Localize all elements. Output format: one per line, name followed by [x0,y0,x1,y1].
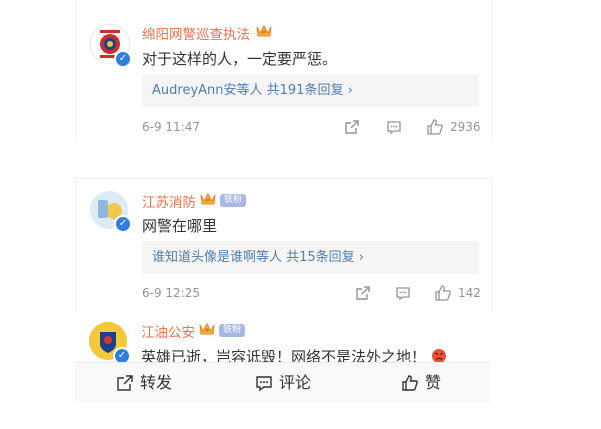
fan-badge: 铁粉 [220,194,247,207]
vip-crown-icon [199,322,215,335]
comment-label: 评论 [279,373,312,392]
commenter-name[interactable]: 绵阳网警巡查执法 [142,23,250,43]
like-icon [435,285,451,301]
commenter-name[interactable]: 江油公安 [141,321,195,341]
comment-card: ✓ 江油公安 铁粉 英雄已逝，岂容诋毁！网络不是法外之地！ [75,312,490,366]
bottom-action-bar: 转发 评论 赞 [75,362,490,403]
timestamp: 6-9 11:47 [142,120,200,134]
verified-icon: ✓ [114,50,132,68]
like-label: 赞 [425,373,442,392]
share-button[interactable] [355,285,371,301]
comment-card: ✓ 江苏消防 铁粉 网警在哪里 谁知道头像是谁啊等人 共15条回复 › 6-9 … [75,178,492,312]
comment-text: 对于这样的人，一定要严惩。 [142,50,338,68]
replies-link[interactable]: AudreyAnn安等人 共191条回复 › [142,74,479,107]
vip-crown-icon [200,192,216,205]
comment-icon [387,121,401,135]
share-icon [117,375,133,391]
comment-button[interactable] [395,285,411,301]
timestamp: 6-9 12:25 [142,286,200,300]
like-count: 2936 [450,120,481,134]
comment-icon [256,376,272,392]
replies-link[interactable]: 谁知道头像是谁啊等人 共15条回复 › [142,241,479,274]
repost-label: 转发 [140,373,173,392]
share-icon [345,120,359,134]
comment-icon [396,287,410,301]
like-count: 142 [458,286,481,300]
verified-icon: ✓ [114,215,132,233]
comment-button[interactable] [386,119,402,135]
like-icon [427,119,443,135]
like-icon [402,375,418,391]
share-button[interactable] [344,119,360,135]
comment-card: ✓ 绵阳网警巡查执法 对于这样的人，一定要严惩。 AudreyAnn安等人 共1… [75,0,492,141]
share-icon [356,286,370,300]
fan-badge: 铁粉 [219,324,246,337]
comment-text: 网警在哪里 [142,217,218,235]
commenter-name[interactable]: 江苏消防 [142,191,196,211]
vip-crown-icon [256,24,272,37]
